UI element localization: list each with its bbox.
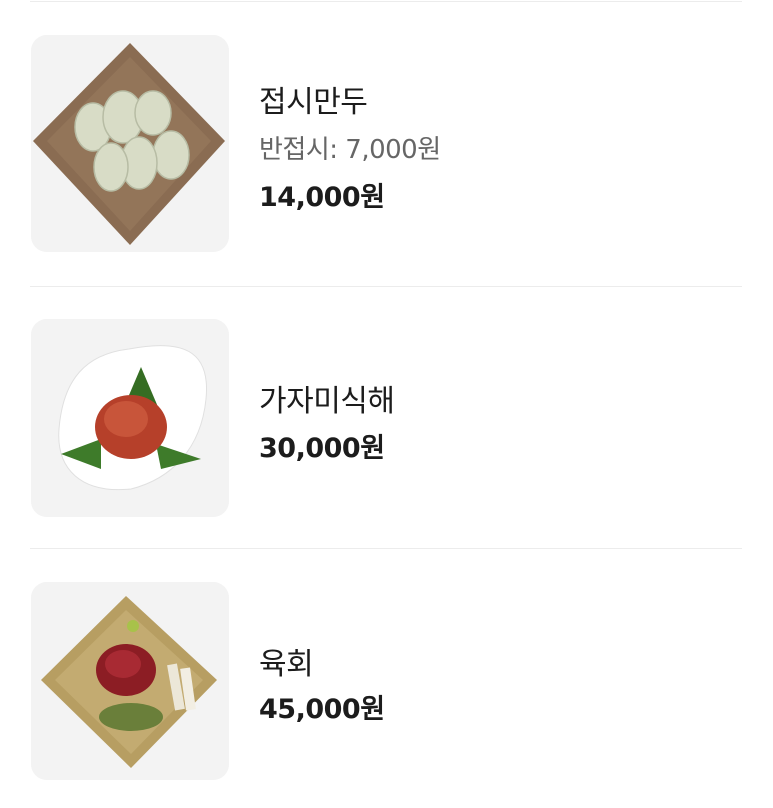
menu-item-yukhoe[interactable]: 육회 45,000원 <box>0 582 773 802</box>
item-name: 가자미식해 <box>259 384 395 419</box>
item-price: 45,000원 <box>259 694 385 725</box>
menu-item-flatfish-sikhae[interactable]: 가자미식해 30,000원 <box>0 319 773 539</box>
item-name: 접시만두 <box>259 85 368 120</box>
top-divider <box>30 1 742 2</box>
item-divider <box>30 548 742 549</box>
item-name: 육회 <box>259 647 314 682</box>
yukhoe-image <box>31 582 229 780</box>
item-divider <box>30 286 742 287</box>
item-price: 30,000원 <box>259 433 385 464</box>
item-price: 14,000원 <box>259 182 385 213</box>
item-option: 반접시: 7,000원 <box>259 135 441 165</box>
dumplings-plate-image <box>31 35 229 252</box>
menu-item-dumplings[interactable]: 접시만두 반접시: 7,000원 14,000원 <box>0 35 773 255</box>
flatfish-sikhae-image <box>31 319 229 517</box>
